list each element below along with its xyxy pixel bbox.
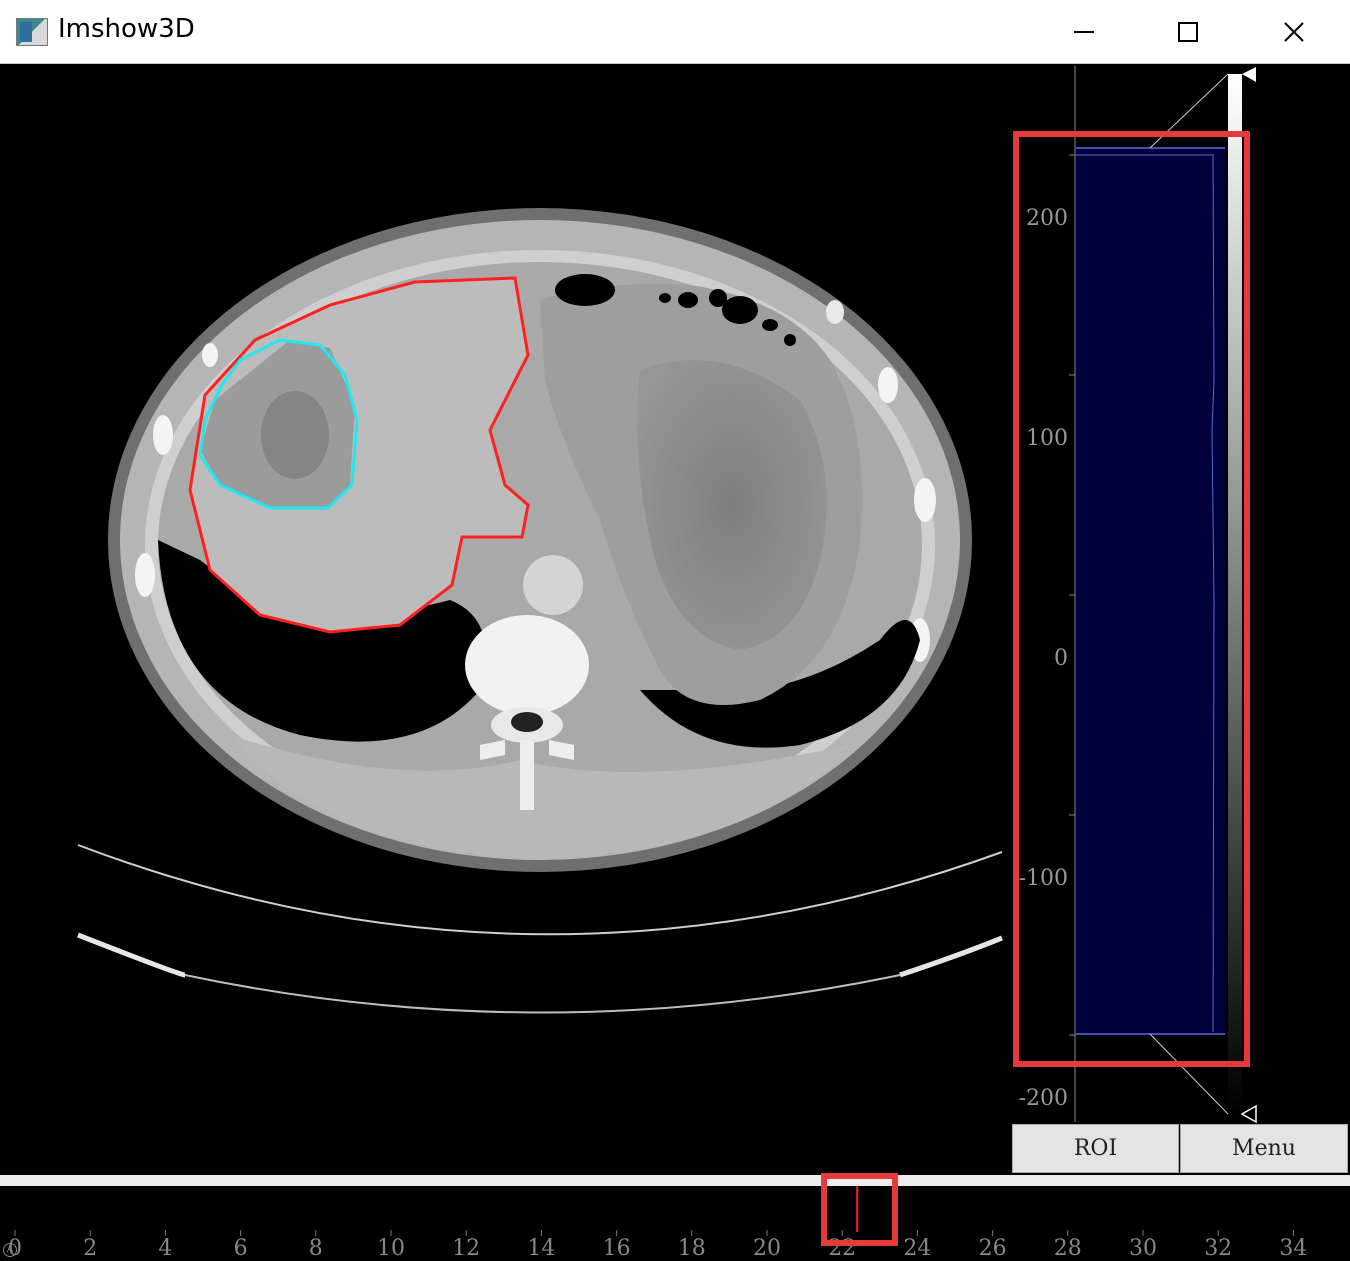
ct-image[interactable] bbox=[0, 64, 1350, 1174]
level-max-handle[interactable] bbox=[1242, 67, 1256, 82]
timeline-tick-label: 32 bbox=[1204, 1236, 1233, 1261]
timeline-tick-label: 12 bbox=[452, 1236, 481, 1261]
timeline-tick-label: 24 bbox=[903, 1236, 932, 1261]
histogram-panel[interactable] bbox=[1069, 66, 1257, 1124]
histogram-axis-label: 200 bbox=[1026, 206, 1068, 231]
timeline-tick-label: 4 bbox=[158, 1236, 173, 1261]
slice-annotation-box bbox=[821, 1173, 898, 1246]
window-title: Imshow3D bbox=[58, 14, 195, 44]
close-button[interactable] bbox=[1242, 0, 1346, 64]
roi-button[interactable]: ROI bbox=[1012, 1124, 1179, 1173]
timeline-tick-label: 16 bbox=[602, 1236, 631, 1261]
timeline-tick-label: 26 bbox=[978, 1236, 1007, 1261]
histogram-axis-label: 0 bbox=[1054, 646, 1068, 671]
histogram-axis-label: -100 bbox=[1018, 866, 1068, 891]
timeline-tick-label: 2 bbox=[83, 1236, 98, 1261]
auto-range-icon[interactable]: A bbox=[3, 1243, 17, 1257]
image-viewport[interactable]: 200 100 0 -100 -200 bbox=[0, 64, 1350, 1174]
minimize-icon bbox=[1074, 31, 1094, 33]
histogram-region[interactable] bbox=[1076, 148, 1225, 1034]
level-min-handle[interactable] bbox=[1240, 1104, 1257, 1124]
timeline-tick-label: 30 bbox=[1129, 1236, 1157, 1261]
timeline-tick-label: 10 bbox=[377, 1236, 405, 1261]
histogram-axis-label: 100 bbox=[1026, 426, 1068, 451]
body-cross-section bbox=[108, 208, 972, 872]
image-app-icon bbox=[16, 18, 48, 46]
timeline-tick-label: 6 bbox=[233, 1236, 248, 1261]
timeline-tick-label: 14 bbox=[527, 1236, 556, 1261]
close-icon bbox=[1284, 22, 1304, 42]
histogram-axis-ticks bbox=[1069, 154, 1075, 1036]
timeline-tick-label: 8 bbox=[308, 1236, 323, 1261]
slice-slider-track[interactable] bbox=[0, 1175, 1350, 1186]
title-bar: Imshow3D bbox=[0, 0, 1350, 64]
maximize-icon bbox=[1178, 22, 1198, 42]
minimize-button[interactable] bbox=[1032, 0, 1136, 64]
maximize-button[interactable] bbox=[1136, 0, 1240, 64]
timeline-tick-label: 34 bbox=[1279, 1236, 1308, 1261]
menu-button[interactable]: Menu bbox=[1180, 1124, 1348, 1173]
colorbar bbox=[1228, 74, 1242, 1114]
timeline-tick-label: 18 bbox=[677, 1236, 706, 1261]
timeline-tick-label: 28 bbox=[1053, 1236, 1082, 1261]
timeline-tick-label: 20 bbox=[753, 1236, 781, 1261]
histogram-axis-label: -200 bbox=[1018, 1086, 1068, 1111]
